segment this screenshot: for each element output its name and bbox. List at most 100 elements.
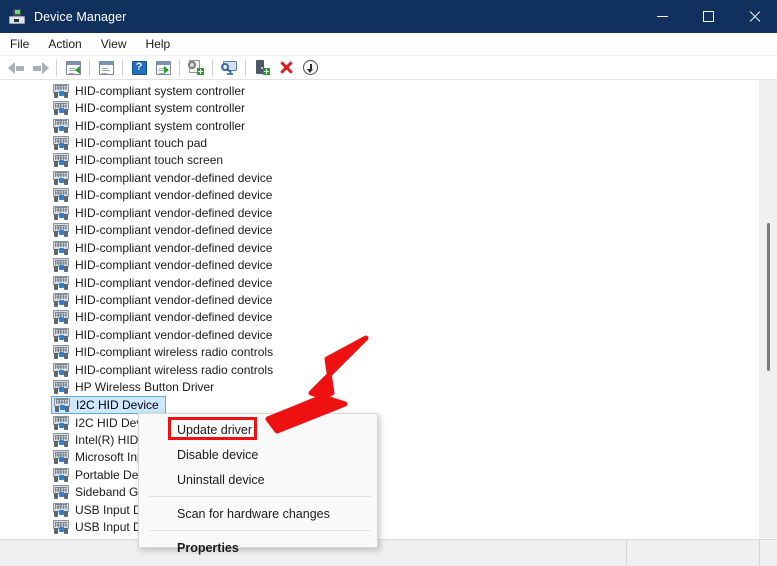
context-menu-item-update-driver[interactable]: Update driver xyxy=(139,417,377,442)
back-button[interactable] xyxy=(4,57,28,79)
show-hide-console-tree-button[interactable] xyxy=(61,57,85,79)
device-label: HID-compliant vendor-defined device xyxy=(75,310,273,325)
status-panel-secondary xyxy=(627,539,760,566)
device-row[interactable]: HID-compliant vendor-defined device xyxy=(0,204,758,221)
hid-device-icon xyxy=(53,240,69,255)
close-button[interactable] xyxy=(731,0,777,33)
toolbar-separator xyxy=(245,59,246,76)
toolbar-separator xyxy=(89,59,90,76)
toolbar-separator xyxy=(56,59,57,76)
device-row[interactable]: HID-compliant vendor-defined device xyxy=(0,291,758,308)
context-menu-separator xyxy=(149,530,371,531)
device-label: HID-compliant vendor-defined device xyxy=(75,205,273,220)
show-hide-action-pane-button[interactable] xyxy=(151,57,175,79)
properties-window-button[interactable] xyxy=(94,57,118,79)
device-label: HID-compliant wireless radio controls xyxy=(75,345,274,360)
scrollbar-thumb[interactable] xyxy=(767,223,770,371)
device-row[interactable]: HID-compliant vendor-defined device xyxy=(0,274,758,291)
context-menu-item-uninstall-device[interactable]: Uninstall device xyxy=(139,467,377,492)
scan-for-hardware-changes-button[interactable] xyxy=(217,57,241,79)
device-row[interactable]: Sideband GPIO Buttons Injection Device xyxy=(0,484,758,501)
hid-device-icon xyxy=(53,258,69,273)
device-label: HID-compliant touch screen xyxy=(75,153,224,168)
device-label: HID-compliant wireless radio controls xyxy=(75,362,274,377)
vertical-scrollbar[interactable] xyxy=(758,80,777,538)
device-row[interactable]: HID-compliant vendor-defined device xyxy=(0,309,758,326)
toolbar-separator xyxy=(122,59,123,76)
disable-device-button[interactable] xyxy=(298,57,322,79)
forward-button[interactable] xyxy=(28,57,52,79)
forward-icon xyxy=(32,61,49,75)
device-row[interactable]: USB Input Device xyxy=(0,501,758,518)
device-label: HID-compliant system controller xyxy=(75,118,246,133)
hid-device-icon xyxy=(53,205,69,220)
close-icon xyxy=(748,11,760,23)
title-bar: Device Manager xyxy=(0,0,777,33)
context-menu: Update driver Disable device Uninstall dev… xyxy=(138,413,378,555)
status-bar xyxy=(0,539,777,566)
disable-device-icon xyxy=(302,60,318,75)
device-row[interactable]: HID-compliant vendor-defined device xyxy=(0,256,758,273)
show-hide-console-tree-icon xyxy=(65,60,81,75)
context-menu-item-disable-device[interactable]: Disable device xyxy=(139,442,377,467)
update-driver-button[interactable] xyxy=(184,57,208,79)
device-row[interactable]: Intel(R) HID Event Filter xyxy=(0,431,758,448)
menu-action[interactable]: Action xyxy=(39,34,90,55)
hid-device-icon xyxy=(53,433,69,448)
help-icon: ? xyxy=(131,60,147,75)
menu-help[interactable]: Help xyxy=(137,34,180,55)
device-row[interactable]: USB Input Device xyxy=(0,519,758,536)
device-row-selected[interactable]: I2C HID Device xyxy=(51,395,166,414)
hid-device-icon xyxy=(53,275,69,290)
hid-device-icon xyxy=(53,136,69,151)
status-panel-tertiary xyxy=(760,540,777,566)
device-row[interactable]: HID-compliant wireless radio controls xyxy=(0,344,758,361)
device-label: I2C HID Device xyxy=(76,397,159,412)
hid-device-icon xyxy=(53,83,69,98)
device-row[interactable]: HID-compliant vendor-defined device xyxy=(0,187,758,204)
device-row[interactable]: HID-compliant vendor-defined device xyxy=(0,169,758,186)
device-label: HID-compliant touch pad xyxy=(75,136,208,151)
hid-device-icon xyxy=(53,310,69,325)
show-hide-action-pane-icon xyxy=(155,60,171,75)
hid-device-icon xyxy=(53,223,69,238)
maximize-button[interactable] xyxy=(685,0,731,33)
device-label: HID-compliant vendor-defined device xyxy=(75,188,273,203)
device-row[interactable]: HID-compliant wireless radio controls xyxy=(0,361,758,378)
device-row[interactable]: HID-compliant vendor-defined device xyxy=(0,239,758,256)
device-row[interactable]: HID-compliant system controller xyxy=(0,117,758,134)
device-label: HID-compliant vendor-defined device xyxy=(75,223,273,238)
minimize-button[interactable] xyxy=(639,0,685,33)
device-manager-icon xyxy=(9,8,25,25)
hid-device-icon xyxy=(53,345,69,360)
maximize-icon xyxy=(702,11,714,22)
device-label: HID-compliant vendor-defined device xyxy=(75,292,273,307)
menu-bar: File Action View Help xyxy=(0,33,777,56)
context-menu-item-scan-for-hardware-changes[interactable]: Scan for hardware changes xyxy=(139,501,377,526)
context-menu-item-properties[interactable]: Properties xyxy=(139,535,377,560)
hid-device-icon xyxy=(53,520,69,535)
device-row[interactable]: HID-compliant touch screen xyxy=(0,152,758,169)
hid-device-icon xyxy=(53,467,69,482)
device-row[interactable]: HID-compliant system controller xyxy=(0,99,758,116)
uninstall-device-button[interactable] xyxy=(274,57,298,79)
device-row[interactable]: HP Wireless Button Driver xyxy=(0,378,758,395)
device-row[interactable]: Portable Device Control device xyxy=(0,466,758,483)
device-tree-pane[interactable]: HID-compliant system controller HID-compl… xyxy=(0,80,777,538)
device-row[interactable]: HID-compliant touch pad xyxy=(0,134,758,151)
device-row[interactable]: I2C HID Device xyxy=(0,414,758,431)
device-row[interactable]: Microsoft Input Configuration Device xyxy=(0,449,758,466)
enable-device-icon xyxy=(255,60,270,75)
window-title: Device Manager xyxy=(34,9,127,24)
help-button[interactable]: ? xyxy=(127,57,151,79)
scan-for-hardware-changes-icon xyxy=(220,60,238,75)
hid-device-icon xyxy=(53,380,69,395)
device-row[interactable]: HID-compliant system controller xyxy=(0,82,758,99)
menu-file[interactable]: File xyxy=(1,34,38,55)
toolbar: ? xyxy=(0,56,777,80)
device-row[interactable]: HID-compliant vendor-defined device xyxy=(0,326,758,343)
enable-device-button[interactable] xyxy=(250,57,274,79)
device-row[interactable]: HID-compliant vendor-defined device xyxy=(0,222,758,239)
menu-view[interactable]: View xyxy=(92,34,136,55)
uninstall-device-icon xyxy=(279,60,294,75)
